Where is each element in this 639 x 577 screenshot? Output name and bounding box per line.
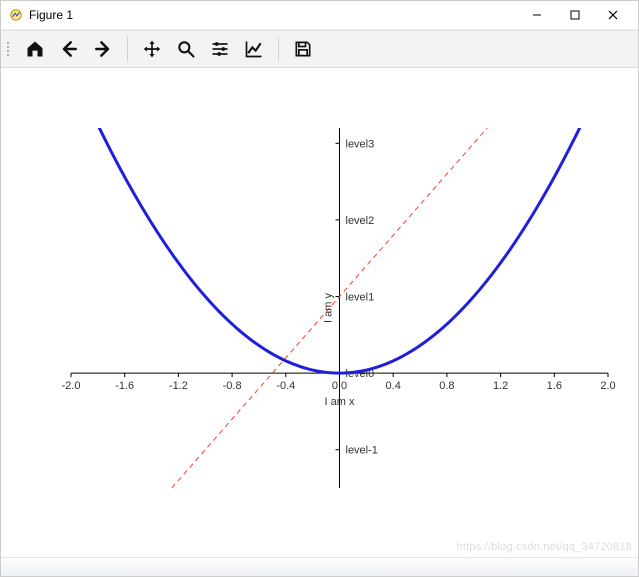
- toolbar-separator: [278, 37, 279, 61]
- x-tick-label: 1.6: [547, 380, 562, 392]
- configure-subplots-button[interactable]: [204, 34, 236, 64]
- x-tick-label: 1.2: [493, 380, 508, 392]
- plot-svg: -2.0 -1.6 -1.2 -0.8 -0.4 0.0 0.4 0.8 1.2 1.6 2.0 le…: [1, 68, 638, 561]
- pan-button[interactable]: [136, 34, 168, 64]
- sliders-icon: [210, 39, 230, 59]
- app-icon: [9, 8, 23, 22]
- y-tick-label: level3: [346, 138, 375, 150]
- titlebar: Figure 1: [1, 1, 638, 30]
- toolbar: [1, 30, 638, 68]
- toolbar-separator: [127, 37, 128, 61]
- x-tick-label: 0.0: [332, 380, 347, 392]
- window-buttons: [520, 4, 630, 26]
- x-axis-label: I am x: [325, 396, 355, 408]
- arrow-right-icon: [93, 39, 113, 59]
- close-button[interactable]: [596, 4, 630, 26]
- x-tick-label: -1.2: [169, 380, 188, 392]
- y-axis-label: I am y: [323, 293, 335, 323]
- y-tick-label: level-1: [346, 445, 378, 457]
- x-tick-label: 0.8: [439, 380, 454, 392]
- move-icon: [142, 39, 162, 59]
- chart-line-icon: [244, 39, 264, 59]
- home-icon: [25, 39, 45, 59]
- home-button[interactable]: [19, 34, 51, 64]
- maximize-button[interactable]: [558, 4, 592, 26]
- window-title: Figure 1: [29, 8, 73, 22]
- plot-canvas[interactable]: -2.0 -1.6 -1.2 -0.8 -0.4 0.0 0.4 0.8 1.2 1.6 2.0 le…: [1, 68, 638, 557]
- search-icon: [176, 39, 196, 59]
- figure-window: Figure 1: [0, 0, 639, 577]
- forward-button[interactable]: [87, 34, 119, 64]
- edit-axes-button[interactable]: [238, 34, 270, 64]
- x-tick-label: 0.4: [386, 380, 401, 392]
- watermark-text: https://blog.csdn.net/qq_34720818: [457, 541, 632, 553]
- toolbar-grip-icon: [7, 42, 13, 56]
- minimize-button[interactable]: [520, 4, 554, 26]
- arrow-left-icon: [59, 39, 79, 59]
- close-icon: [607, 9, 619, 21]
- x-tick-label: -2.0: [62, 380, 81, 392]
- save-button[interactable]: [287, 34, 319, 64]
- save-icon: [293, 39, 313, 59]
- minimize-icon: [531, 9, 543, 21]
- back-button[interactable]: [53, 34, 85, 64]
- x-tick-label: 2.0: [600, 380, 615, 392]
- x-tick-label: -0.8: [223, 380, 242, 392]
- y-tick-label: level1: [346, 292, 375, 304]
- x-tick-label: -0.4: [276, 380, 295, 392]
- title-left: Figure 1: [9, 8, 73, 22]
- zoom-button[interactable]: [170, 34, 202, 64]
- y-tick-label: level2: [346, 215, 375, 227]
- maximize-icon: [569, 9, 581, 21]
- x-tick-label: -1.6: [115, 380, 134, 392]
